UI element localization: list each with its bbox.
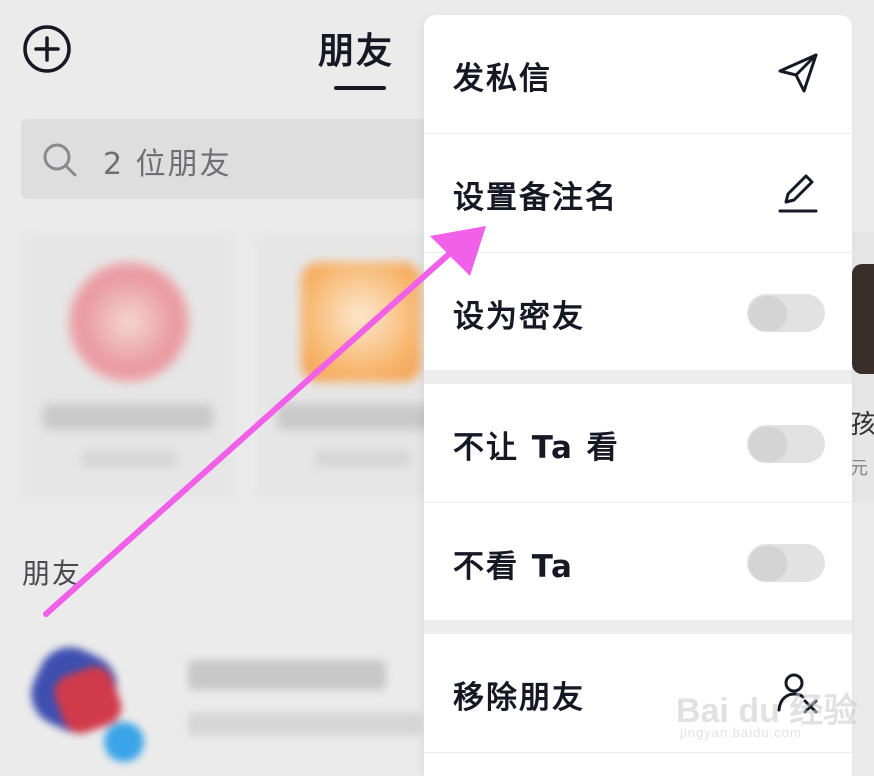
avatar xyxy=(852,264,874,374)
hide-from-toggle[interactable] xyxy=(747,425,825,463)
pencil-icon xyxy=(778,174,818,213)
recommend-name xyxy=(277,404,447,430)
menu-item-hide-their-posts[interactable]: 不看 Ta xyxy=(424,503,852,621)
avatar xyxy=(69,262,189,382)
search-placeholder: 2 位朋友 xyxy=(103,147,232,182)
friend-action-menu: 发私信 设置备注名 设为密友 不让 Ta 看 不看 Ta 移除朋友 xyxy=(424,15,852,776)
hide-posts-toggle[interactable] xyxy=(747,544,825,582)
search-input[interactable]: 2 位朋友 xyxy=(21,119,441,199)
menu-item-label: 设为密友 xyxy=(453,299,585,335)
menu-item-label: 不看 Ta xyxy=(453,549,574,585)
baidu-watermark: Bai du 经验 jingyan.baidu.com xyxy=(676,683,866,743)
recommend-subtitle xyxy=(315,450,411,468)
search-icon xyxy=(43,143,77,177)
title-underline xyxy=(334,86,386,90)
menu-item-send-message[interactable]: 发私信 xyxy=(424,15,852,133)
menu-item-hide-from-them[interactable]: 不让 Ta 看 xyxy=(424,384,852,502)
recommend-subtitle xyxy=(81,450,177,468)
recommend-subtitle-partial: 元 xyxy=(850,458,868,479)
section-gap xyxy=(424,620,852,634)
recommend-card-partial[interactable]: 孩 元 xyxy=(850,232,874,502)
menu-item-set-remark[interactable]: 设置备注名 xyxy=(424,134,852,252)
recommend-name-partial: 孩 xyxy=(850,410,874,440)
friend-name[interactable] xyxy=(188,660,386,690)
menu-item-close-friend[interactable]: 设为密友 xyxy=(424,253,852,371)
avatar xyxy=(301,262,421,382)
add-friend-icon[interactable] xyxy=(22,24,72,74)
menu-item-label: 设置备注名 xyxy=(453,180,618,216)
close-friend-toggle[interactable] xyxy=(747,294,825,332)
recommend-name xyxy=(43,404,213,430)
divider xyxy=(424,752,852,753)
friend-subtitle xyxy=(188,712,423,736)
friends-section-label: 朋友 xyxy=(22,557,83,590)
page-title[interactable]: 朋友 xyxy=(318,22,394,74)
section-gap xyxy=(424,370,852,384)
friend-avatar[interactable] xyxy=(20,636,144,762)
send-icon xyxy=(778,53,818,93)
watermark-url: jingyan.baidu.com xyxy=(680,725,802,740)
menu-item-label: 发私信 xyxy=(453,61,552,97)
recommend-card[interactable] xyxy=(21,232,235,502)
menu-item-label: 移除朋友 xyxy=(453,680,585,716)
menu-item-label: 不让 Ta 看 xyxy=(453,430,620,466)
